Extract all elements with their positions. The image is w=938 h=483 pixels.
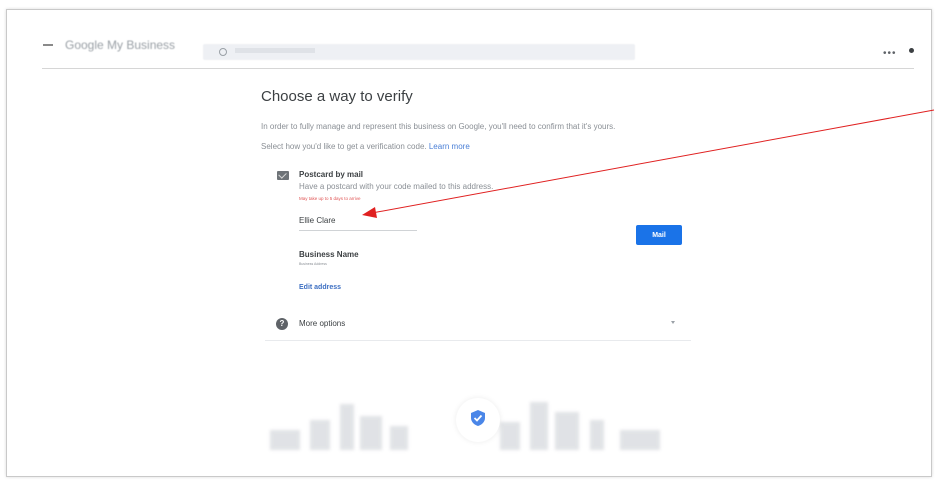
- search-placeholder: [235, 48, 315, 53]
- search-icon: [219, 48, 227, 56]
- learn-more-link[interactable]: Learn more: [429, 142, 470, 151]
- mail-icon: [277, 171, 289, 180]
- edit-address-link[interactable]: Edit address: [299, 284, 341, 291]
- header-divider: [42, 68, 914, 69]
- recipient-name-field[interactable]: Ellie Clare: [299, 216, 417, 231]
- account-avatar-icon[interactable]: [909, 48, 914, 53]
- intro-text: In order to fully manage and represent t…: [261, 122, 616, 131]
- business-name: Business Name: [299, 250, 359, 259]
- mail-button[interactable]: Mail: [636, 225, 682, 245]
- more-options-row[interactable]: ? More options: [265, 310, 691, 341]
- chevron-down-icon[interactable]: [671, 321, 675, 324]
- menu-icon[interactable]: [43, 44, 53, 46]
- shield-check-icon: [471, 410, 485, 426]
- select-prompt-text: Select how you'd like to get a verificat…: [261, 142, 427, 151]
- apps-grid-icon[interactable]: •••: [883, 48, 897, 59]
- top-app-bar: Google My Business •••: [7, 10, 931, 69]
- more-options-label: More options: [299, 319, 346, 328]
- page-title: Choose a way to verify: [261, 88, 413, 105]
- app-logo[interactable]: Google My Business: [65, 38, 175, 52]
- method-title: Postcard by mail: [299, 170, 364, 179]
- select-prompt: Select how you'd like to get a verificat…: [261, 142, 470, 151]
- help-icon: ?: [276, 318, 288, 330]
- business-address: Business Address: [299, 262, 327, 266]
- delivery-delay-note: May take up to 5 days to arrive: [299, 196, 361, 201]
- method-description: Have a postcard with your code mailed to…: [299, 182, 494, 191]
